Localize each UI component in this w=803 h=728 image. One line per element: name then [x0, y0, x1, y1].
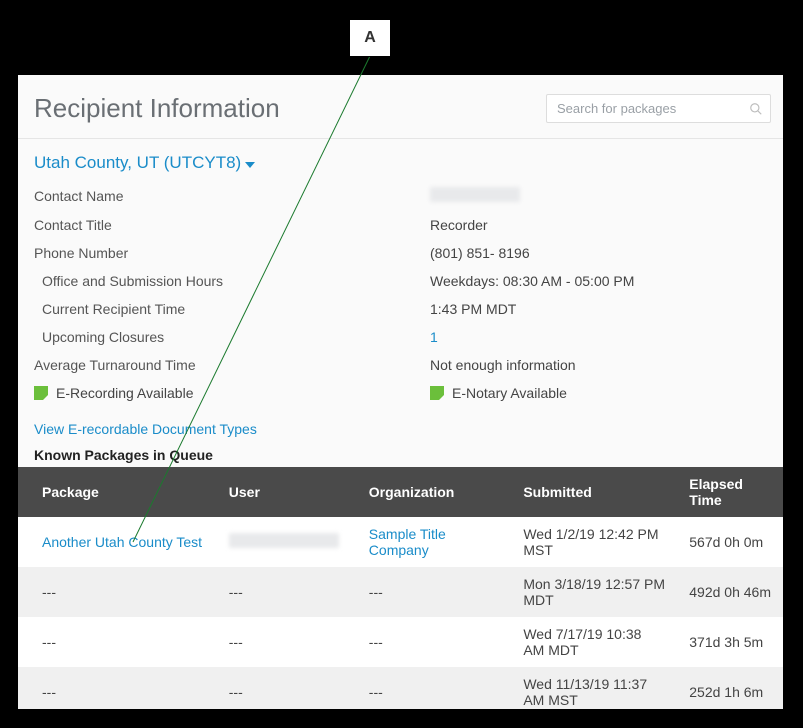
- queue-table: Package User Organization Submitted Elap…: [18, 467, 783, 709]
- cell-package: ---: [18, 567, 217, 617]
- page-header: Recipient Information: [18, 75, 783, 139]
- table-row: ---------Wed 11/13/19 11:37 AM MST252d 1…: [18, 667, 783, 709]
- info-contact-name: Contact Name: [18, 181, 783, 211]
- cell-organization: ---: [357, 617, 512, 667]
- value-hours: Weekdays: 08:30 AM - 05:00 PM: [430, 273, 634, 289]
- badge-enotary-label: E-Notary Available: [452, 385, 567, 401]
- package-link[interactable]: Another Utah County Test: [42, 534, 202, 550]
- screenshot-canvas: A Recipient Information Utah County, UT …: [0, 0, 803, 728]
- label-hours: Office and Submission Hours: [42, 273, 430, 289]
- value-closures-link[interactable]: 1: [430, 329, 438, 345]
- col-package[interactable]: Package: [18, 467, 217, 517]
- table-row: ---------Mon 3/18/19 12:57 PM MDT492d 0h…: [18, 567, 783, 617]
- label-turnaround: Average Turnaround Time: [34, 357, 430, 373]
- view-document-types-link[interactable]: View E-recordable Document Types: [18, 409, 273, 445]
- badge-erecording-label: E-Recording Available: [56, 385, 194, 401]
- info-contact-title: Contact Title Recorder: [18, 211, 783, 239]
- value-current-time: 1:43 PM MDT: [430, 301, 516, 317]
- col-organization[interactable]: Organization: [357, 467, 512, 517]
- info-closures: Upcoming Closures 1: [18, 323, 783, 351]
- cell-package: ---: [18, 617, 217, 667]
- search-wrapper: [546, 94, 771, 123]
- search-icon: [749, 102, 763, 116]
- availability-row: E-Recording Available E-Notary Available: [18, 379, 783, 409]
- cell-package: ---: [18, 667, 217, 709]
- redacted-text: [229, 533, 339, 548]
- info-turnaround: Average Turnaround Time Not enough infor…: [18, 351, 783, 379]
- info-hours: Office and Submission Hours Weekdays: 08…: [18, 267, 783, 295]
- table-row: ---------Wed 7/17/19 10:38 AM MDT371d 3h…: [18, 617, 783, 667]
- queue-table-head: Package User Organization Submitted Elap…: [18, 467, 783, 517]
- cell-user: [217, 517, 357, 567]
- annotation-marker: A: [349, 19, 391, 57]
- cell-submitted: Wed 7/17/19 10:38 AM MDT: [511, 617, 677, 667]
- cell-submitted: Wed 11/13/19 11:37 AM MST: [511, 667, 677, 709]
- cell-organization: ---: [357, 667, 512, 709]
- cell-organization: ---: [357, 567, 512, 617]
- annotation-label: A: [364, 29, 376, 47]
- label-phone: Phone Number: [34, 245, 430, 261]
- county-label: Utah County, UT (UTCYT8): [34, 153, 241, 173]
- cell-user: ---: [217, 567, 357, 617]
- col-user[interactable]: User: [217, 467, 357, 517]
- value-phone: (801) 851- 8196: [430, 245, 530, 261]
- cell-user: ---: [217, 667, 357, 709]
- value-contact-name: [430, 187, 520, 205]
- cell-user: ---: [217, 617, 357, 667]
- cell-elapsed: 371d 3h 5m: [677, 617, 783, 667]
- col-elapsed[interactable]: Elapsed Time: [677, 467, 783, 517]
- cell-elapsed: 567d 0h 0m: [677, 517, 783, 567]
- table-row: Another Utah County Test Sample Title Com…: [18, 517, 783, 567]
- cell-submitted: Wed 1/2/19 12:42 PM MST: [511, 517, 677, 567]
- page-title: Recipient Information: [34, 93, 280, 124]
- info-current-time: Current Recipient Time 1:43 PM MDT: [18, 295, 783, 323]
- info-phone: Phone Number (801) 851- 8196: [18, 239, 783, 267]
- badge-enotary: E-Notary Available: [430, 385, 567, 401]
- redacted-text: [430, 187, 520, 202]
- label-current-time: Current Recipient Time: [42, 301, 430, 317]
- cell-elapsed: 252d 1h 6m: [677, 667, 783, 709]
- caret-down-icon: [245, 162, 255, 168]
- queue-heading: Known Packages in Queue: [18, 445, 783, 467]
- value-turnaround: Not enough information: [430, 357, 576, 373]
- cell-package[interactable]: Another Utah County Test: [18, 517, 217, 567]
- county-dropdown[interactable]: Utah County, UT (UTCYT8): [18, 139, 271, 181]
- label-contact-title: Contact Title: [34, 217, 430, 233]
- check-badge-icon: [430, 386, 444, 400]
- recipient-info-panel: Recipient Information Utah County, UT (U…: [18, 75, 783, 709]
- cell-elapsed: 492d 0h 46m: [677, 567, 783, 617]
- search-input[interactable]: [546, 94, 771, 123]
- label-contact-name: Contact Name: [34, 188, 430, 204]
- value-contact-title: Recorder: [430, 217, 488, 233]
- cell-submitted: Mon 3/18/19 12:57 PM MDT: [511, 567, 677, 617]
- cell-organization[interactable]: Sample Title Company: [357, 517, 512, 567]
- col-submitted[interactable]: Submitted: [511, 467, 677, 517]
- queue-table-body: Another Utah County Test Sample Title Com…: [18, 517, 783, 709]
- label-closures: Upcoming Closures: [42, 329, 430, 345]
- organization-link[interactable]: Sample Title Company: [369, 526, 446, 558]
- badge-erecording: E-Recording Available: [34, 385, 194, 401]
- check-badge-icon: [34, 386, 48, 400]
